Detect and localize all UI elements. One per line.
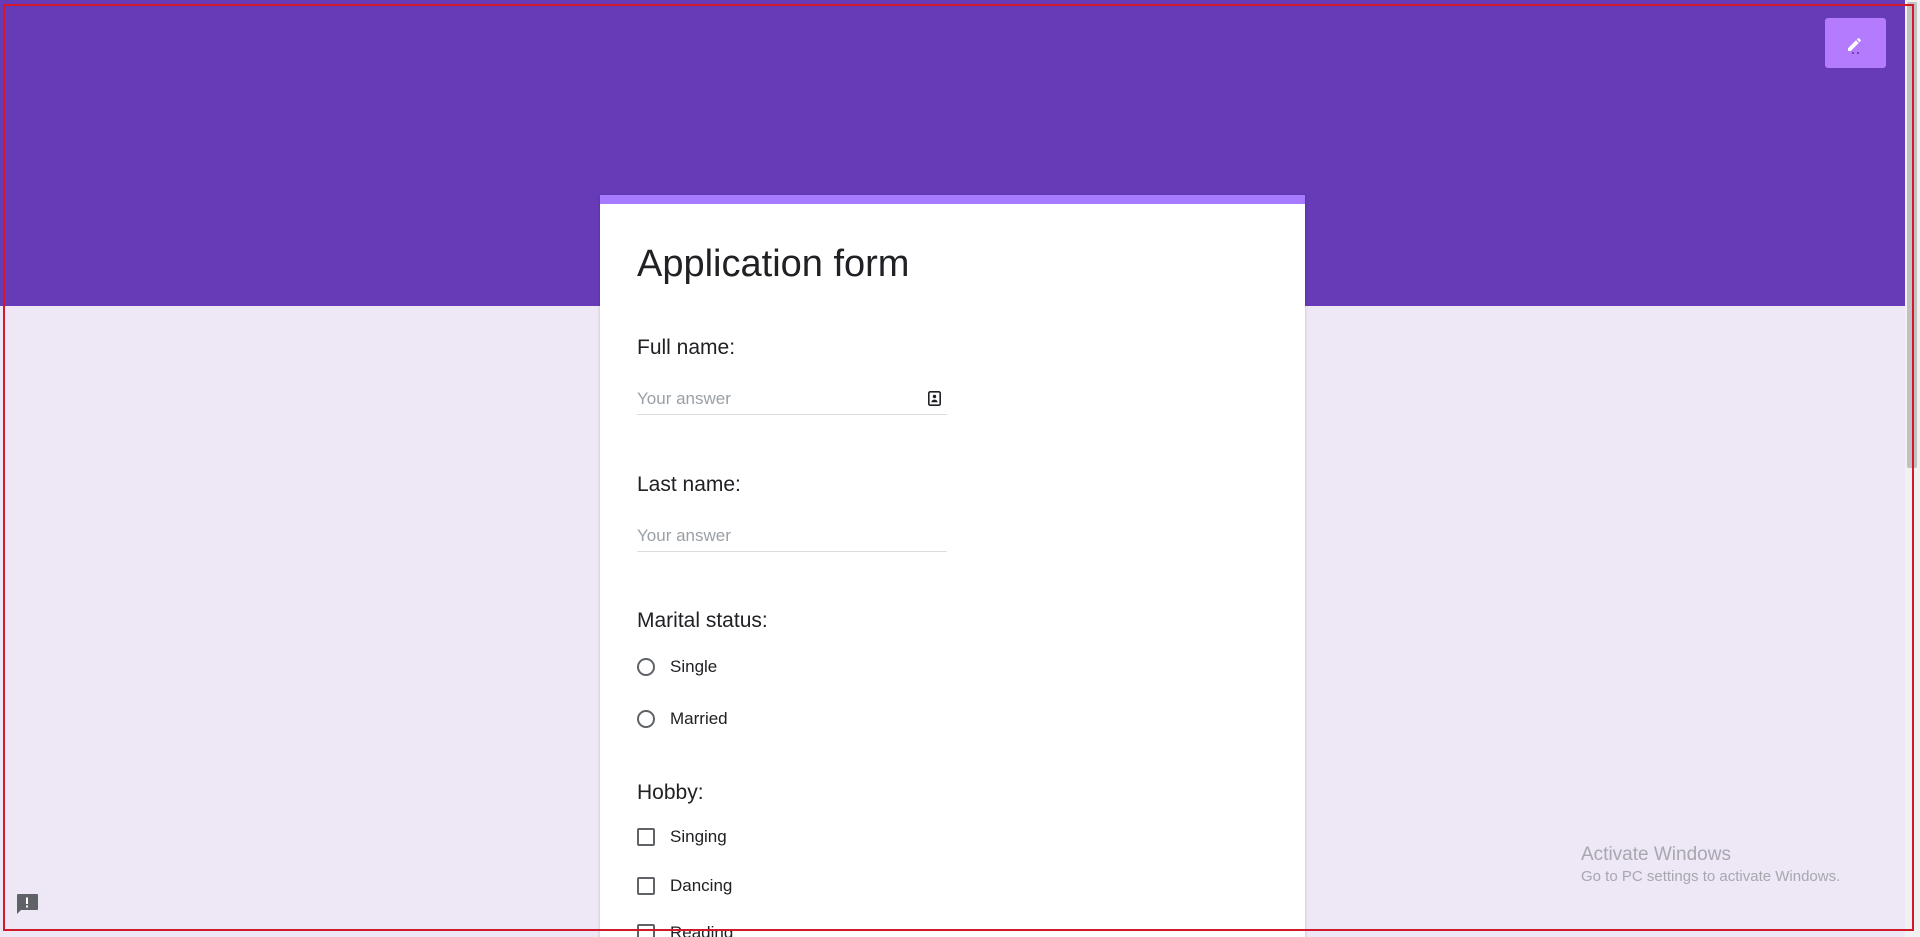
marital-status-label: Marital status: [637, 609, 768, 632]
full-name-input[interactable] [637, 385, 907, 413]
checkbox[interactable] [637, 924, 655, 937]
checkbox-option-label: Reading [670, 923, 734, 937]
form-card: Application form Full name: Last name: M… [600, 195, 1305, 937]
checkbox-option-dancing[interactable]: Dancing [637, 873, 732, 899]
edit-theme-button[interactable] [1825, 18, 1886, 68]
checkbox-option-reading[interactable]: Reading [637, 920, 733, 937]
checkbox-option-label: Dancing [670, 876, 733, 895]
full-name-label: Full name: [637, 336, 736, 359]
radio-option-label: Single [670, 657, 718, 676]
activate-windows-watermark: Activate Windows Go to PC settings to ac… [1581, 843, 1840, 887]
page: Application form Full name: Last name: M… [0, 0, 1920, 937]
feedback-icon[interactable] [15, 893, 39, 915]
contact-card-icon[interactable] [928, 391, 941, 406]
card-accent-bar [600, 195, 1305, 204]
radio-option-label: Married [670, 709, 728, 728]
checkbox[interactable] [637, 828, 655, 846]
radio-button[interactable] [637, 710, 655, 728]
last-name-input[interactable] [637, 522, 907, 550]
full-name-field[interactable] [637, 385, 947, 415]
last-name-label: Last name: [637, 473, 741, 496]
checkbox-option-label: Singing [670, 827, 727, 846]
checkbox[interactable] [637, 877, 655, 895]
radio-option-married[interactable]: Married [637, 706, 728, 732]
checkbox-option-singing[interactable]: Singing [637, 824, 727, 850]
last-name-field[interactable] [637, 522, 947, 552]
watermark-title: Activate Windows [1581, 844, 1731, 865]
scrollbar-thumb[interactable] [1907, 2, 1917, 468]
hobby-label: Hobby: [637, 781, 704, 804]
pencil-icon [1847, 38, 1861, 54]
radio-button[interactable] [637, 658, 655, 676]
watermark-subtitle: Go to PC settings to activate Windows. [1581, 868, 1841, 885]
form-title: Application form [637, 243, 910, 285]
radio-option-single[interactable]: Single [637, 654, 717, 680]
